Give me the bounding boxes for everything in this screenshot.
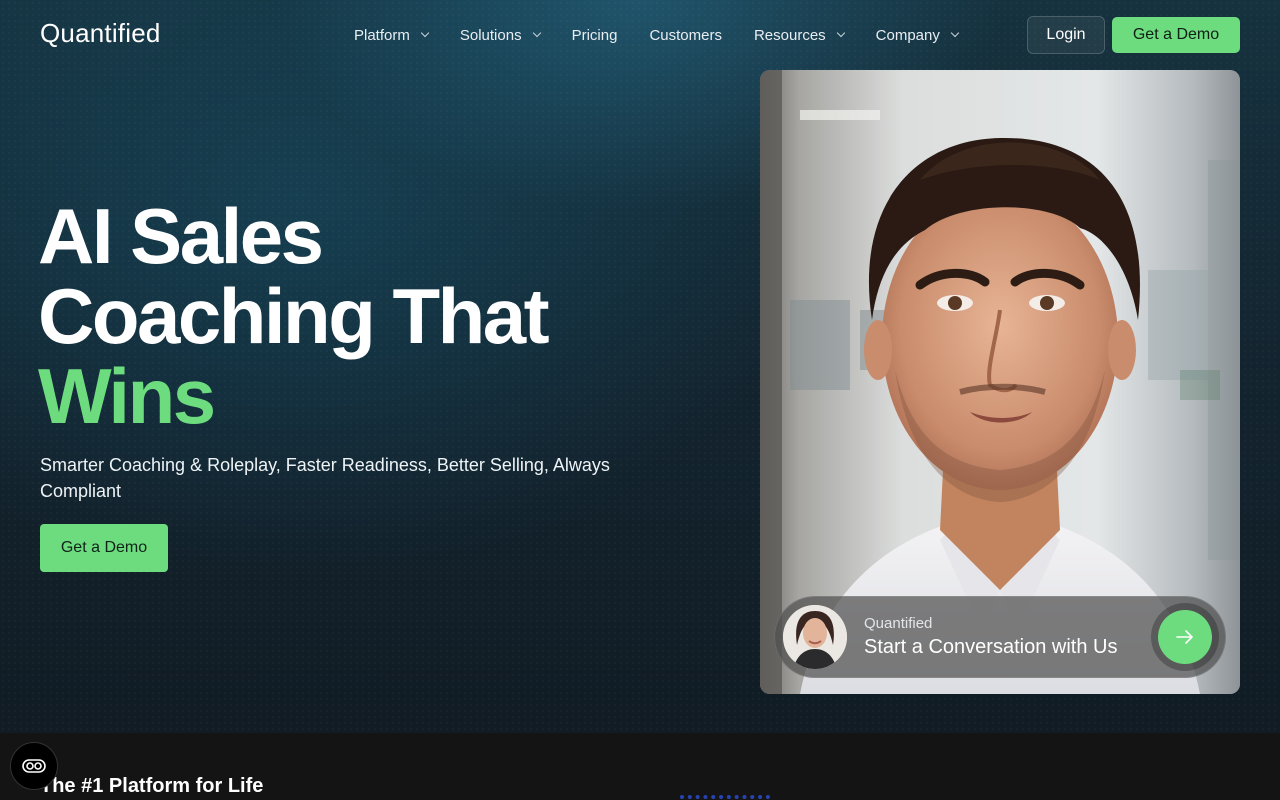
nav-item-pricing[interactable]: Pricing: [572, 27, 618, 44]
nav-item-label: Customers: [649, 26, 722, 44]
nav-item-platform[interactable]: Platform: [354, 26, 430, 44]
section-graphic-partial: [680, 795, 770, 800]
chevron-down-icon: [950, 28, 960, 38]
nav-item-customers[interactable]: Customers: [649, 27, 722, 44]
ai-avatar-video-card[interactable]: Quantified Start a Conversation with Us: [760, 70, 1240, 694]
logo-text: Quantified: [40, 18, 161, 48]
cookie-consent-button[interactable]: [10, 742, 58, 790]
cta-brand-label: Quantified: [864, 615, 933, 632]
hero-subtitle: Smarter Coaching & Roleplay, Faster Read…: [40, 455, 610, 501]
nav-item-company[interactable]: Company: [875, 26, 960, 44]
agent-avatar: [783, 605, 847, 669]
agent-avatar-image: [783, 605, 847, 669]
cta-text: Start a Conversation with Us: [864, 636, 1118, 658]
hero-section: Quantified Platform Solutions Pricing Cu…: [0, 0, 1280, 733]
chevron-down-icon: [420, 28, 430, 38]
get-demo-button-header[interactable]: Get a Demo: [1112, 17, 1240, 53]
get-demo-button-hero[interactable]: Get a Demo: [40, 524, 168, 572]
chevron-down-icon: [532, 28, 541, 38]
headline-line-2: Coaching That: [38, 272, 550, 360]
nav-item-label: Company: [875, 26, 940, 44]
nav-item-solutions[interactable]: Solutions: [459, 26, 541, 44]
start-conversation-pill[interactable]: Quantified Start a Conversation with Us: [774, 596, 1226, 678]
login-button[interactable]: Login: [1027, 16, 1105, 54]
main-nav: Platform Solutions Pricing Customers Res…: [354, 22, 990, 48]
platform-section-title: The #1 Platform for Life: [40, 775, 264, 797]
nav-item-label: Platform: [354, 26, 410, 44]
headline-line-1: AI Sales: [38, 192, 324, 280]
nav-item-resources[interactable]: Resources: [753, 26, 845, 44]
nav-item-label: Pricing: [571, 26, 618, 44]
platform-section: The #1 Platform for Life: [0, 733, 1280, 800]
cookie-consent-icon: [22, 759, 46, 773]
arrow-right-icon: [1176, 630, 1193, 644]
nav-item-label: Resources: [753, 26, 826, 44]
chevron-down-icon: [836, 28, 845, 38]
logo[interactable]: Quantified: [40, 18, 161, 49]
start-conversation-button[interactable]: [1151, 603, 1219, 671]
nav-item-label: Solutions: [459, 26, 522, 44]
headline-accent: Wins: [38, 352, 216, 440]
arrow-button-circle: [1158, 610, 1212, 664]
hero-headline: AI Sales Coaching That Wins: [38, 196, 658, 436]
